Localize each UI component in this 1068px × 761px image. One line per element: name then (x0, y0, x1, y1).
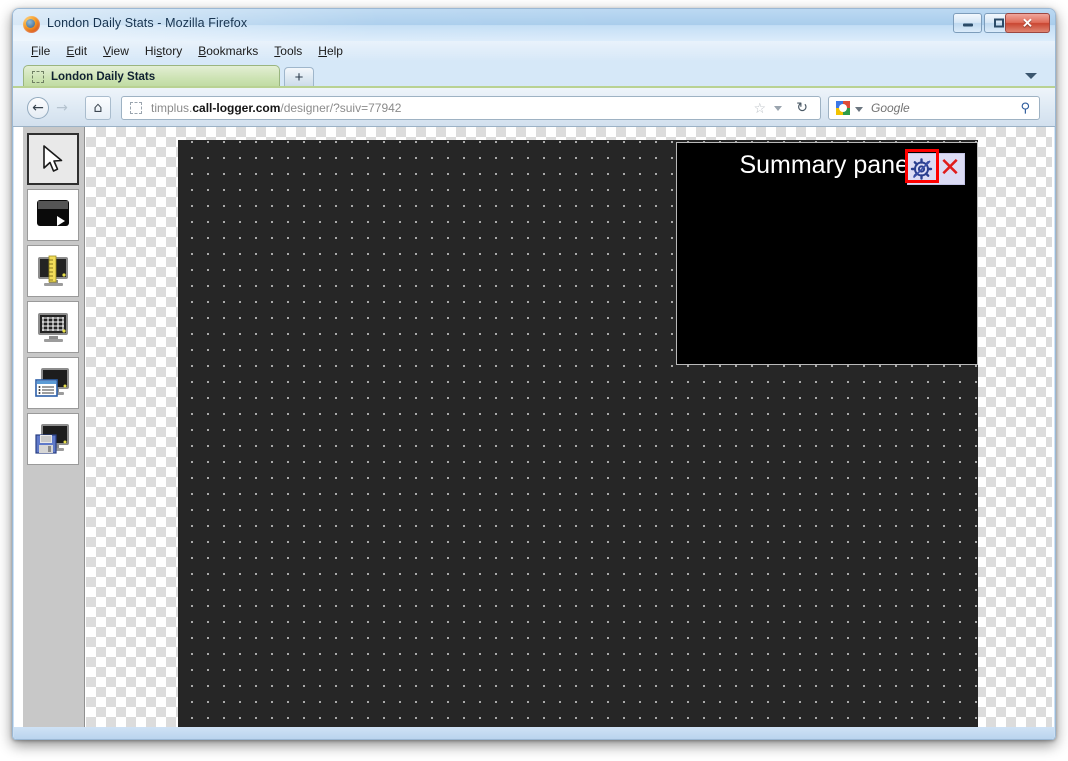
close-icon[interactable]: ✕ (937, 155, 963, 182)
close-window-button[interactable]: ✕ (1005, 13, 1050, 33)
minimize-button[interactable] (953, 13, 982, 33)
sidebar-item-grid-tool[interactable] (27, 301, 79, 353)
menu-item-view[interactable]: View (95, 43, 137, 59)
gear-icon[interactable] (909, 156, 935, 182)
search-icon[interactable]: ⚲ (1020, 100, 1030, 117)
menu-item-file[interactable]: File (23, 43, 58, 59)
home-icon: ⌂ (93, 100, 103, 117)
window-titlebar: London Daily Stats - Mozilla Firefox ✕ (13, 9, 1055, 41)
site-favicon-placeholder-icon (130, 102, 142, 114)
search-engine-dropdown-icon[interactable] (855, 107, 863, 112)
monitor-play-icon (37, 200, 69, 226)
back-button[interactable]: ← (27, 97, 49, 119)
page-content: Summary panel ✕ (14, 127, 1054, 739)
search-bar[interactable]: Google ⚲ (828, 96, 1040, 120)
window-title: London Daily Stats - Mozilla Firefox (47, 16, 248, 30)
summary-panel-controls: ✕ (907, 153, 965, 185)
menu-item-bookmarks[interactable]: Bookmarks (190, 43, 266, 59)
summary-panel-widget[interactable]: Summary panel ✕ (676, 142, 978, 365)
sidebar-item-resize-tool[interactable] (27, 245, 79, 297)
menu-item-help[interactable]: Help (310, 43, 351, 59)
monitor-ruler-icon (38, 255, 68, 286)
design-surface[interactable]: Summary panel ✕ (178, 140, 978, 739)
url-suffix: /designer/?suiv=77942 (280, 101, 402, 115)
address-bar-url: timplus.call-logger.com/designer/?suiv=7… (151, 101, 401, 115)
menu-item-history[interactable]: History (137, 43, 190, 59)
monitor-floppy-icon (35, 424, 69, 454)
menu-bar: File Edit View History Bookmarks Tools H… (13, 41, 1055, 61)
url-prefix: timplus. (151, 101, 193, 115)
sidebar-item-save-tool[interactable] (27, 413, 79, 465)
sidebar-item-preview-tool[interactable] (27, 189, 79, 241)
desktop-background: London Daily Stats - Mozilla Firefox ✕ F… (0, 0, 1068, 761)
google-icon (836, 101, 850, 115)
minimize-icon (962, 23, 973, 27)
home-button[interactable]: ⌂ (85, 96, 111, 120)
arrow-left-icon: ← (32, 100, 44, 116)
content-right-gutter (1052, 127, 1054, 739)
arrow-right-icon: → (56, 100, 68, 116)
navigation-toolbar: ← → ⌂ timplus.call-logger.com/designer/?… (13, 88, 1055, 127)
designer-tool-sidebar (23, 127, 85, 739)
reload-icon[interactable]: ↻ (796, 100, 808, 117)
window-bottom-bar (14, 727, 1054, 739)
menu-item-tools[interactable]: Tools (266, 43, 310, 59)
bookmark-star-icon[interactable]: ☆ (753, 101, 766, 117)
sidebar-item-select-tool[interactable] (27, 133, 79, 185)
firefox-logo-icon (23, 16, 40, 33)
close-icon: ✕ (1022, 15, 1033, 31)
maximize-icon (993, 18, 1004, 28)
address-bar[interactable]: timplus.call-logger.com/designer/?suiv=7… (121, 96, 821, 120)
new-tab-button[interactable]: + (284, 67, 314, 88)
tab-strip: London Daily Stats + (13, 61, 1055, 88)
firefox-browser-window: London Daily Stats - Mozilla Firefox ✕ F… (12, 8, 1056, 740)
tab-label: London Daily Stats (51, 71, 156, 83)
sidebar-item-panels-tool[interactable] (27, 357, 79, 409)
menu-item-edit[interactable]: Edit (58, 43, 95, 59)
designer-canvas-area[interactable]: Summary panel ✕ (86, 127, 1054, 739)
chevron-down-icon[interactable] (1025, 73, 1037, 79)
url-domain: call-logger.com (192, 101, 281, 115)
cursor-icon (43, 145, 63, 172)
tab-favicon-placeholder-icon (32, 71, 44, 83)
search-input[interactable]: Google (871, 101, 910, 115)
tab-london-daily-stats[interactable]: London Daily Stats (23, 65, 280, 88)
forward-button[interactable]: → (51, 97, 73, 119)
monitor-list-icon (35, 368, 69, 397)
monitor-grid-icon (38, 313, 68, 342)
address-dropdown-icon[interactable] (774, 106, 782, 111)
